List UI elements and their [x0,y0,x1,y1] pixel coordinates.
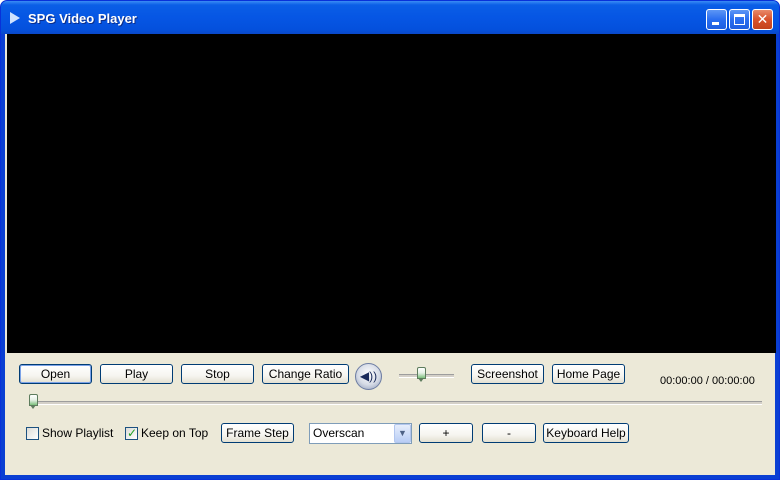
dropdown-button[interactable]: ▼ [394,424,411,443]
volume-slider-thumb[interactable] [417,367,426,382]
client-area: Open Play Stop Change Ratio ◀)) Screensh… [5,34,776,475]
title-bar[interactable]: SPG Video Player ✕ [1,1,779,34]
open-button[interactable]: Open [19,364,92,384]
control-panel: Open Play Stop Change Ratio ◀)) Screensh… [5,354,775,475]
overscan-dropdown[interactable]: Overscan ▼ [309,423,412,444]
show-playlist-box[interactable] [26,427,39,440]
keep-on-top-box[interactable]: ✓ [125,426,138,440]
minimize-button[interactable] [706,9,727,30]
plus-button[interactable]: + [419,423,473,443]
screenshot-button[interactable]: Screenshot [471,364,544,384]
play-button[interactable]: Play [100,364,173,384]
minus-button[interactable]: - [482,423,536,443]
mute-button[interactable]: ◀)) [355,363,382,390]
window-title: SPG Video Player [28,11,137,26]
keep-on-top-label: Keep on Top [141,426,209,440]
close-button[interactable]: ✕ [752,9,773,30]
keyboard-help-button[interactable]: Keyboard Help [543,423,629,443]
stop-button[interactable]: Stop [181,364,254,384]
change-ratio-button[interactable]: Change Ratio [262,364,349,384]
chevron-down-icon: ▼ [398,428,407,438]
minimize-icon [712,22,719,25]
seek-slider-track[interactable] [29,401,762,405]
maximize-icon [734,14,745,25]
video-display[interactable] [7,34,776,353]
seek-slider-thumb[interactable] [29,394,38,409]
frame-step-button[interactable]: Frame Step [221,423,294,443]
close-icon: ✕ [756,11,769,27]
speaker-icon: ◀)) [359,369,378,383]
maximize-button[interactable] [729,9,750,30]
home-page-button[interactable]: Home Page [552,364,625,384]
overscan-selected-value: Overscan [313,426,365,440]
app-window: SPG Video Player ✕ Open Play Stop Change… [0,0,780,480]
show-playlist-label: Show Playlist [42,426,114,440]
time-display: 00:00:00 / 00:00:00 [660,375,755,387]
checkmark-icon: ✓ [127,426,138,440]
play-icon [10,12,20,24]
volume-slider-track[interactable] [399,374,454,378]
